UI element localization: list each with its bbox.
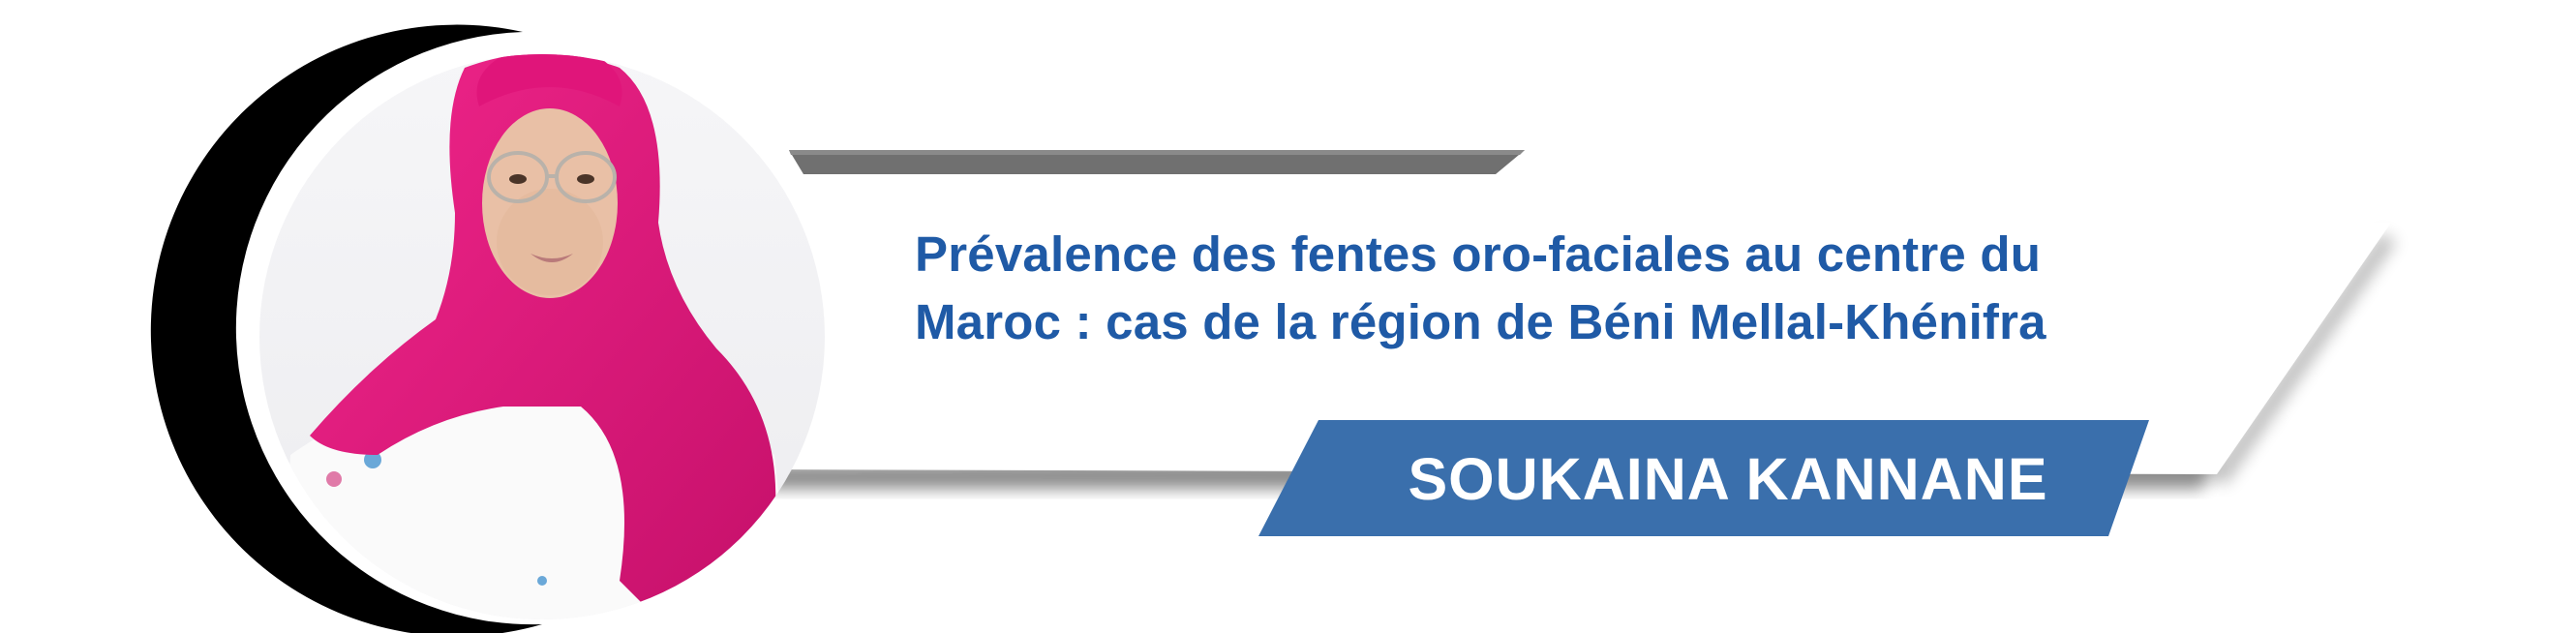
title-line-2: Maroc : cas de la région de Béni Mellal-… [915,294,2046,349]
speaker-portrait-photo [259,54,825,619]
presentation-title: Prévalence des fentes oro-faciales au ce… [915,221,2425,356]
speaker-banner: Prévalence des fentes oro-faciales au ce… [0,0,2576,633]
gray-accent-bar-highlight [789,150,1525,155]
speaker-name: SOUKAINA KANNANE [1408,446,2048,512]
title-line-1: Prévalence des fentes oro-faciales au ce… [915,226,2042,282]
